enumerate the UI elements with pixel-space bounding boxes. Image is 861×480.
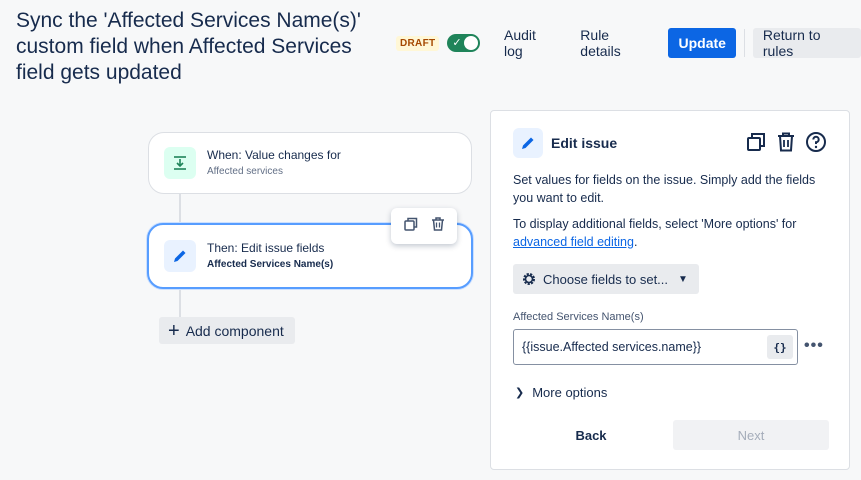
flow-connector — [179, 289, 181, 317]
back-button[interactable]: Back — [513, 420, 669, 450]
more-actions-icon[interactable]: ••• — [804, 337, 824, 355]
copy-icon[interactable] — [745, 131, 767, 153]
add-component-label: Add component — [185, 322, 284, 339]
action-subtitle: Affected Services Name(s) — [207, 259, 334, 270]
trigger-subtitle: Affected services — [207, 166, 283, 177]
trigger-card[interactable]: When: Value changes for Affected service… — [148, 132, 472, 194]
choose-fields-label: Choose fields to set... — [543, 271, 669, 287]
card-hover-toolbar — [391, 208, 457, 244]
rule-enabled-toggle[interactable]: ✓ — [447, 34, 481, 52]
choose-fields-button[interactable]: Choose fields to set... ▼ — [513, 264, 699, 294]
trash-icon[interactable] — [775, 131, 797, 153]
field-value: {{issue.Affected services.name}} — [522, 340, 702, 354]
pencil-icon — [164, 240, 196, 272]
panel-title: Edit issue — [551, 135, 618, 151]
audit-log-link[interactable]: Audit log — [504, 27, 556, 59]
toolbar-divider — [743, 29, 745, 57]
pencil-icon — [513, 128, 543, 158]
return-to-rules-button[interactable]: Return to rules — [752, 27, 861, 59]
trigger-title: When: Value changes for — [207, 148, 341, 162]
panel-description: Set values for fields on the issue. Simp… — [513, 173, 816, 205]
field-label: Affected Services Name(s) — [513, 311, 644, 323]
draft-badge: DRAFT — [396, 35, 440, 51]
copy-icon[interactable] — [403, 216, 419, 237]
toggle-knob — [464, 36, 479, 50]
check-icon: ✓ — [452, 37, 462, 49]
page-title: Sync the 'Affected Services Name(s)' cus… — [16, 9, 361, 84]
affected-services-name-field[interactable]: {{issue.Affected services.name}} {} — [513, 329, 798, 365]
update-button[interactable]: Update — [668, 28, 736, 58]
advanced-field-editing-link[interactable]: advanced field editing — [513, 235, 634, 249]
value-change-icon — [164, 147, 196, 179]
chevron-right-icon: ❯ — [515, 387, 525, 399]
edit-issue-panel: Edit issue Set values for fields on the … — [490, 110, 850, 470]
add-component-button[interactable]: + Add component — [159, 317, 295, 344]
trash-icon[interactable] — [430, 216, 446, 237]
rule-details-link[interactable]: Rule details — [580, 27, 650, 59]
panel-description-advanced: To display additional fields, select 'Mo… — [513, 217, 797, 249]
more-options-label: More options — [532, 385, 608, 400]
more-options-toggle[interactable]: ❯ More options — [515, 385, 607, 400]
smart-value-button[interactable]: {} — [767, 335, 793, 359]
flow-connector — [179, 194, 181, 223]
next-button[interactable]: Next — [673, 420, 829, 450]
chevron-down-icon: ▼ — [678, 273, 688, 285]
gear-icon — [523, 273, 535, 285]
plus-icon: + — [168, 319, 180, 342]
action-title: Then: Edit issue fields — [207, 241, 325, 255]
help-icon[interactable] — [805, 131, 827, 153]
toolbar: DRAFT ✓ Audit log Rule details Update Re… — [396, 27, 861, 59]
